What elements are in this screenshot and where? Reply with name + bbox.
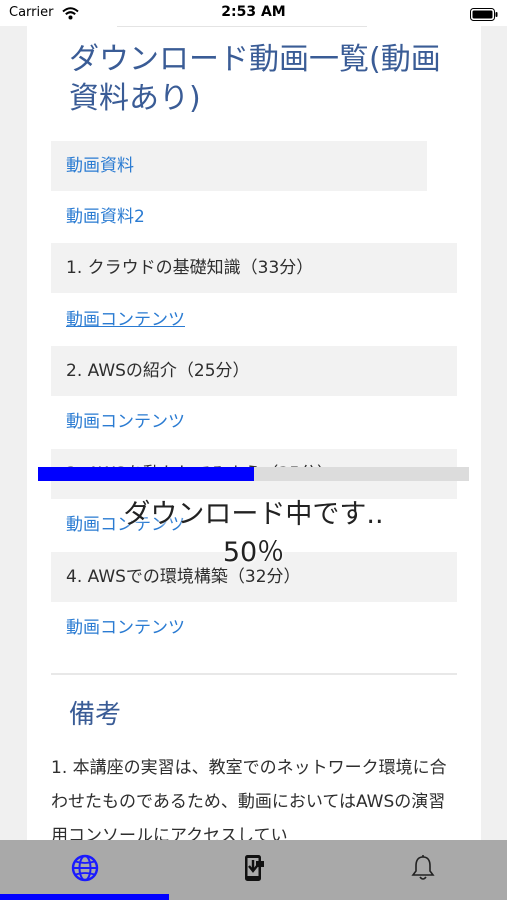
notes-body: 1. 本講座の実習は、教室でのネットワーク環境に合わせたものであるため、動画にお… <box>51 758 447 840</box>
material-link-label: 動画資料 <box>66 156 134 176</box>
tab-downloads[interactable] <box>169 840 338 900</box>
lesson-1-video-link[interactable]: 動画コンテンツ <box>51 295 457 345</box>
status-bar: Carrier 2:53 AM <box>0 0 507 26</box>
lesson-1-title: 1. クラウドの基礎知識（33分） <box>66 258 314 278</box>
notes-heading: 備考 <box>69 700 122 730</box>
lesson-2-video-link[interactable]: 動画コンテンツ <box>51 397 457 447</box>
page-title: ダウンロード動画一覧(動画資料あり) <box>69 42 441 116</box>
download-message: ダウンロード中です.. <box>123 499 384 530</box>
lesson-1-row: 1. クラウドの基礎知識（33分） <box>51 243 457 293</box>
lesson-2-row: 2. AWSの紹介（25分） <box>51 346 457 396</box>
globe-icon <box>71 854 99 886</box>
battery-icon <box>470 6 498 25</box>
content-panel[interactable]: ダウンロード動画一覧(動画資料あり) 動画資料 動画資料2 1. クラウドの基礎… <box>27 26 481 840</box>
download-percent: 50％ <box>222 537 285 568</box>
selected-tab-indicator <box>0 894 169 900</box>
lesson-4-video-link[interactable]: 動画コンテンツ <box>51 603 457 653</box>
divider <box>117 26 367 27</box>
tab-web[interactable] <box>0 840 169 900</box>
download-progress-bar <box>38 467 469 481</box>
lesson-2-title: 2. AWSの紹介（25分） <box>66 361 250 381</box>
tab-bar <box>0 840 507 900</box>
video-link-label: 動画コンテンツ <box>66 412 185 432</box>
lesson-4-title: 4. AWSでの環境構築（32分） <box>66 567 301 587</box>
video-link-label: 動画コンテンツ <box>66 618 185 638</box>
material2-link-label: 動画資料2 <box>66 207 145 227</box>
video-link-label: 動画コンテンツ <box>66 310 185 330</box>
phone-download-icon <box>242 853 266 887</box>
download-progress-fill <box>38 467 254 481</box>
material-link[interactable]: 動画資料 <box>51 141 427 191</box>
tab-notifications[interactable] <box>338 840 507 900</box>
material2-link[interactable]: 動画資料2 <box>51 192 457 242</box>
status-time: 2:53 AM <box>221 4 286 20</box>
bell-icon <box>410 854 436 886</box>
section-divider <box>51 673 457 675</box>
